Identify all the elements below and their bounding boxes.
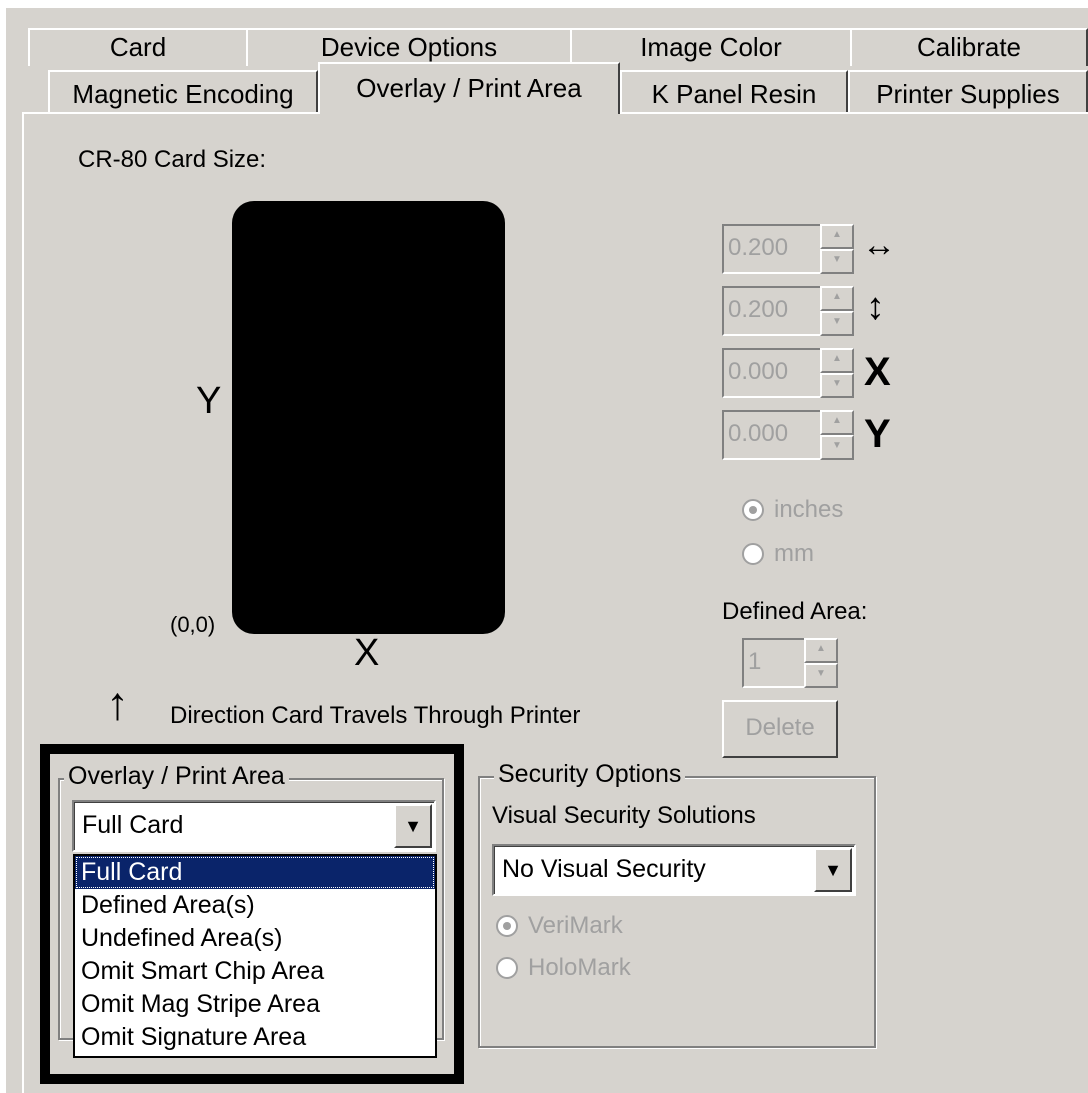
y-field[interactable]: 0.000	[722, 410, 820, 460]
left-border	[0, 0, 6, 1093]
defined-area-label: Defined Area:	[722, 598, 868, 625]
spin-up-button[interactable]: ▲	[804, 638, 838, 663]
security-group-title: Security Options	[494, 760, 686, 789]
visual-security-select[interactable]: No Visual Security ▼	[492, 844, 856, 896]
visual-security-label: Visual Security Solutions	[492, 802, 756, 829]
spin-down-button[interactable]: ▼	[820, 311, 854, 336]
card-size-label: CR-80 Card Size:	[78, 146, 267, 173]
spin-up-button[interactable]: ▲	[820, 348, 854, 373]
origin-label: (0,0)	[170, 612, 216, 637]
spin-down-button[interactable]: ▼	[820, 435, 854, 460]
width-icon: ↔	[862, 226, 896, 264]
mm-radio[interactable]: mm	[742, 540, 814, 568]
width-field[interactable]: 0.200	[722, 224, 820, 274]
direction-label: Direction Card Travels Through Printer	[170, 702, 581, 729]
radio-unselected-icon	[496, 957, 518, 979]
radio-selected-icon	[742, 499, 764, 521]
chevron-down-icon[interactable]: ▼	[814, 848, 852, 892]
x-field[interactable]: 0.000	[722, 348, 820, 398]
tab-overlay-print-area[interactable]: Overlay / Print Area	[318, 62, 620, 114]
spin-down-button[interactable]: ▼	[820, 249, 854, 274]
printer-preferences-dialog: Card Device Options Image Color Calibrat…	[0, 0, 1088, 1093]
tab-printer-supplies[interactable]: Printer Supplies	[848, 70, 1088, 114]
top-border	[0, 0, 1088, 8]
height-spinner[interactable]: 0.200 ▲ ▼	[722, 286, 854, 336]
height-icon: ↕	[866, 286, 885, 328]
inches-radio[interactable]: inches	[742, 496, 843, 524]
y-spinner[interactable]: 0.000 ▲ ▼	[722, 410, 854, 460]
visual-security-value: No Visual Security	[502, 855, 706, 883]
tab-card[interactable]: Card	[28, 28, 248, 66]
verimark-radio[interactable]: VeriMark	[496, 912, 623, 940]
spin-down-button[interactable]: ▼	[804, 663, 838, 688]
y-icon: Y	[864, 412, 891, 456]
spin-up-button[interactable]: ▲	[820, 286, 854, 311]
spin-up-button[interactable]: ▲	[820, 410, 854, 435]
x-spinner[interactable]: 0.000 ▲ ▼	[722, 348, 854, 398]
card-preview	[232, 201, 505, 634]
spin-down-button[interactable]: ▼	[820, 373, 854, 398]
holomark-radio[interactable]: HoloMark	[496, 954, 631, 982]
radio-unselected-icon	[742, 543, 764, 565]
tab-image-color[interactable]: Image Color	[570, 28, 852, 66]
tab-k-panel-resin[interactable]: K Panel Resin	[620, 70, 848, 114]
tab-device-options[interactable]: Device Options	[246, 28, 572, 66]
spin-up-button[interactable]: ▲	[820, 224, 854, 249]
height-field[interactable]: 0.200	[722, 286, 820, 336]
annotation-highlight-box	[40, 744, 464, 1084]
width-spinner[interactable]: 0.200 ▲ ▼	[722, 224, 854, 274]
defined-area-field[interactable]: 1	[742, 638, 804, 688]
defined-area-spinner[interactable]: 1 ▲ ▼	[742, 638, 838, 688]
tab-magnetic-encoding[interactable]: Magnetic Encoding	[48, 70, 318, 114]
verimark-label: VeriMark	[528, 912, 623, 939]
tab-calibrate[interactable]: Calibrate	[850, 28, 1088, 66]
mm-label: mm	[774, 540, 814, 567]
inches-label: inches	[774, 496, 844, 523]
x-icon: X	[864, 350, 891, 394]
holomark-label: HoloMark	[528, 954, 631, 981]
y-axis-label: Y	[196, 380, 222, 422]
x-axis-label: X	[354, 632, 380, 674]
up-arrow-icon: ↑	[106, 677, 129, 729]
radio-selected-icon	[496, 915, 518, 937]
delete-button[interactable]: Delete	[722, 700, 838, 758]
